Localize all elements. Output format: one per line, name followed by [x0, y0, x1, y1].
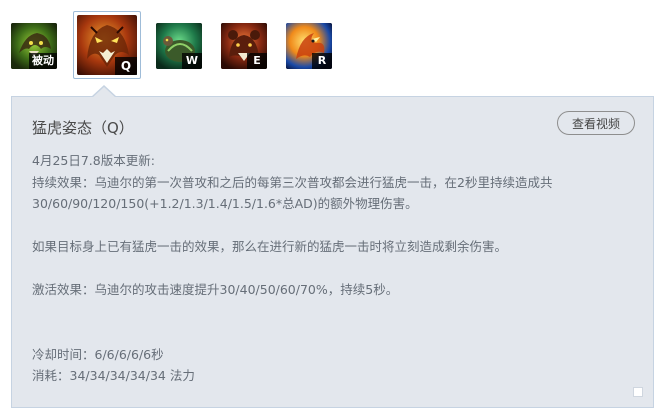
skill-viewer: 被动 Q W E R 猛虎姿态（Q） 查看视频 4月25日7.8版本更新: 持续… [0, 0, 663, 419]
skill-icons-row: 被动 Q W E R [0, 0, 663, 96]
skill-description: 4月25日7.8版本更新: 持续效果：乌迪尔的第一次普攻和之后的每第三次普攻都会… [32, 150, 642, 387]
activate-effect: 激活效果：乌迪尔的攻击速度提升30/40/50/60/70%，持续5秒。 [32, 282, 399, 297]
panel-pointer-arrow-fill [92, 87, 116, 98]
refresh-effect: 如果目标身上已有猛虎一击的效果，那么在进行新的猛虎一击时将立刻造成剩余伤害。 [32, 239, 508, 254]
skill-key-label: Q [115, 57, 137, 75]
skill-title: 猛虎姿态（Q） [32, 119, 134, 137]
resize-handle[interactable] [633, 387, 643, 397]
skill-q-button[interactable]: Q [73, 11, 141, 79]
mana-cost: 消耗：34/34/34/34/34 法力 [32, 368, 195, 383]
persistent-effect-line-1: 持续效果：乌迪尔的第一次普攻和之后的每第三次普攻都会进行猛虎一击，在2秒里持续造… [32, 174, 553, 190]
skill-r-button[interactable]: R [286, 23, 332, 69]
skill-w-button[interactable]: W [156, 23, 202, 69]
persistent-effect-line-2: 30/60/90/120/150(+1.2/1.3/1.4/1.5/1.6*总A… [32, 196, 418, 211]
skill-e-button[interactable]: E [221, 23, 267, 69]
skill-passive-button[interactable]: 被动 [11, 23, 57, 69]
cooldown: 冷却时间：6/6/6/6/6秒 [32, 346, 164, 362]
skill-key-label: E [247, 53, 267, 69]
view-video-button[interactable]: 查看视频 [557, 111, 635, 135]
skill-key-label: R [312, 53, 332, 69]
skill-key-label: 被动 [29, 53, 57, 69]
skill-detail-panel: 猛虎姿态（Q） 查看视频 4月25日7.8版本更新: 持续效果：乌迪尔的第一次普… [11, 96, 654, 408]
update-note: 4月25日7.8版本更新: [32, 153, 155, 168]
skill-key-label: W [182, 53, 202, 69]
